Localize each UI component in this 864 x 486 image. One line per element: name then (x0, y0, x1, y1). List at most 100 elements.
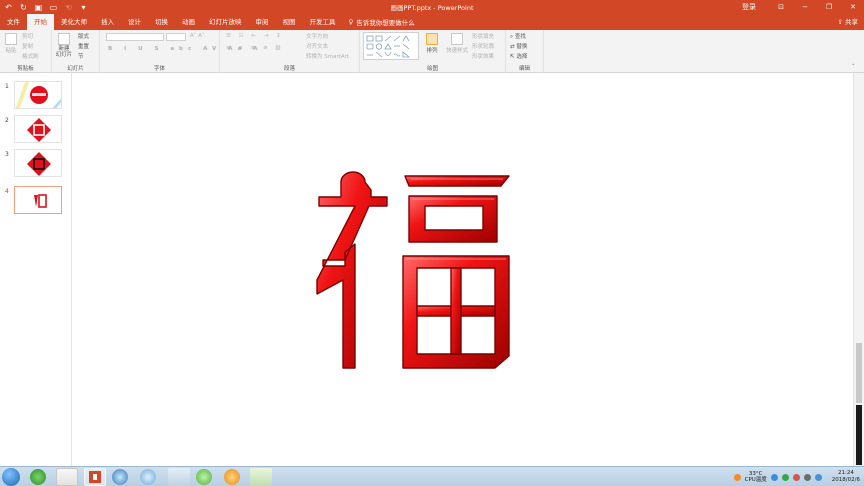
find-button[interactable]: ⌕ 查找 (510, 32, 526, 41)
slide-3-preview-icon (27, 152, 51, 176)
shape-fill-button[interactable]: 形状填充 (472, 32, 494, 40)
cpu-temp-widget[interactable]: 33°C CPU温度 (745, 471, 767, 483)
select-button[interactable]: ⇱ 选择 (510, 52, 527, 60)
arrange-icon (426, 33, 438, 45)
shapes-gallery[interactable] (363, 32, 419, 60)
file-icon[interactable] (56, 468, 78, 486)
group-drawing: 排列 快速样式 形状填充 形状轮廓 形状效果 绘图 (360, 30, 506, 73)
tab-transitions[interactable]: 切换 (148, 14, 175, 30)
date-text: 2018/02/6 (831, 477, 860, 483)
slide-thumbnails-pane: 1 2 3 4 (0, 73, 72, 466)
group-label-editing: 编辑 (518, 66, 530, 72)
copy-button[interactable]: 复制 (22, 42, 33, 50)
tab-developer[interactable]: 开发工具 (303, 14, 343, 30)
new-slide-button[interactable]: 新建 幻灯片 (54, 33, 74, 58)
text-direction-button[interactable]: 文字方向 (306, 32, 328, 40)
tab-home[interactable]: 开始 (27, 14, 54, 30)
clock[interactable]: 21:24 2018/02/6 (832, 470, 860, 484)
align-text-button[interactable]: 对齐文本 (306, 42, 328, 50)
tab-insert[interactable]: 插入 (94, 14, 121, 30)
restore-button[interactable]: ❐ (822, 3, 836, 11)
ie-browser-icon[interactable] (112, 469, 128, 485)
slide-thumbnail-2[interactable]: 2 (0, 115, 72, 145)
system-tray: 33°C CPU温度 21:24 2018/02/6 (733, 468, 860, 486)
format-painter-button[interactable]: 格式刷 (22, 52, 39, 60)
section-button[interactable]: 节 (78, 52, 84, 60)
browser-icon[interactable] (30, 469, 46, 485)
group-slides: 新建 幻灯片 版式 重置 节 幻灯片 (52, 30, 100, 73)
group-label-clipboard: 剪贴板 (17, 66, 34, 72)
vertical-scrollbar[interactable] (853, 73, 864, 466)
align-buttons[interactable]: ≡ ≡ ≡ ≡ ▥ (226, 45, 284, 51)
input-method-icon[interactable] (803, 473, 811, 481)
smartart-button[interactable]: 转换为 SmartArt (306, 52, 349, 60)
slide-canvas[interactable] (72, 73, 853, 466)
slide-number: 1 (5, 83, 9, 90)
arrange-button[interactable]: 排列 (422, 33, 442, 54)
shape-effects-button[interactable]: 形状效果 (472, 52, 494, 60)
tell-me-box[interactable]: ♀ 告诉我你想要做什么 (343, 17, 415, 27)
antivirus-icon[interactable] (792, 473, 800, 481)
quick-styles-button[interactable]: 快速样式 (446, 33, 468, 54)
slide-thumbnail-3[interactable]: 3 (0, 149, 72, 179)
volume-icon[interactable] (814, 473, 822, 481)
slide-4-preview-icon (34, 194, 47, 208)
tab-animations[interactable]: 动画 (175, 14, 202, 30)
tab-review[interactable]: 审阅 (249, 14, 276, 30)
powerpoint-icon (89, 471, 101, 483)
signin-link[interactable]: 登录 (742, 2, 756, 12)
slide-thumbnail-4[interactable]: 4 (0, 186, 72, 216)
select-label: 选择 (516, 54, 528, 60)
group-label-slides: 幻灯片 (67, 66, 84, 72)
minimize-button[interactable]: − (798, 3, 812, 11)
security-icon[interactable] (781, 473, 789, 481)
image-viewer-icon[interactable] (250, 468, 272, 486)
paint-icon[interactable] (168, 468, 190, 486)
tab-slideshow[interactable]: 幻灯片放映 (202, 14, 249, 30)
group-font: A˄ A˅ B I U S abc AV Aa A 字体 (100, 30, 257, 73)
network-icon[interactable] (770, 473, 778, 481)
layout-button[interactable]: 版式 (78, 32, 89, 40)
new-slide-icon (58, 33, 70, 45)
shape-outline-button[interactable]: 形状轮廓 (472, 42, 494, 50)
shapes-gallery-icon (366, 35, 411, 58)
edge-browser-icon[interactable] (140, 469, 156, 485)
replace-label: 替换 (516, 44, 528, 50)
media-player-icon[interactable] (224, 469, 240, 485)
slide-thumbnail-1[interactable]: 1 (0, 81, 72, 111)
reset-button[interactable]: 重置 (78, 42, 89, 50)
tab-beautify[interactable]: 美化大师 (54, 14, 94, 30)
tab-view[interactable]: 视图 (276, 14, 303, 30)
slide-thumb-image (14, 81, 62, 109)
slide-thumb-image (14, 186, 62, 214)
find-label: 查找 (514, 34, 526, 40)
group-editing: ⌕ 查找 ⇄ 替换 ⇱ 选择 编辑 (506, 30, 544, 73)
font-name-box[interactable] (106, 33, 164, 41)
powerpoint-window: ↶ ↻ ▣ ▭ ☜ ▾ 画画PPT.pptx - PowerPoint 登录 ⊡… (0, 0, 864, 486)
close-button[interactable]: ✕ (846, 3, 860, 11)
cut-button[interactable]: 剪切 (22, 32, 33, 40)
tray-app-icon[interactable] (733, 473, 741, 481)
title-bar: ↶ ↻ ▣ ▭ ☜ ▾ 画画PPT.pptx - PowerPoint 登录 ⊡… (0, 0, 864, 14)
group-label-paragraph: 段落 (283, 66, 295, 72)
current-slide[interactable] (72, 73, 853, 466)
wechat-icon[interactable] (196, 469, 212, 485)
tab-design[interactable]: 设计 (121, 14, 148, 30)
lightbulb-icon: ♀ (348, 18, 354, 26)
share-button[interactable]: ⇪ 共享 (837, 14, 858, 30)
font-size-box[interactable] (166, 33, 186, 41)
fu-character-shape[interactable] (313, 170, 513, 375)
list-buttons[interactable]: ☰ ☷ ⇤ ⇥ ↕ (226, 33, 284, 39)
replace-button[interactable]: ⇄ 替换 (510, 42, 527, 50)
scrollbar-thumb[interactable] (856, 343, 862, 403)
group-clipboard: 粘贴 剪切 复制 格式刷 剪贴板 (0, 30, 52, 73)
tab-file[interactable]: 文件 (0, 14, 27, 30)
paste-label: 粘贴 (5, 48, 17, 54)
paste-button[interactable]: 粘贴 (2, 33, 20, 54)
start-button[interactable] (2, 468, 20, 486)
font-grow-icon[interactable]: A˄ A˅ (190, 33, 205, 39)
ribbon-body: 粘贴 剪切 复制 格式刷 剪贴板 新建 幻灯片 版式 重置 节 幻灯片 A˄ A… (0, 30, 864, 73)
collapse-ribbon-icon[interactable]: ˄ (852, 64, 855, 70)
ribbon-display-icon[interactable]: ⊡ (774, 3, 788, 11)
powerpoint-taskbar-icon[interactable] (84, 468, 106, 486)
